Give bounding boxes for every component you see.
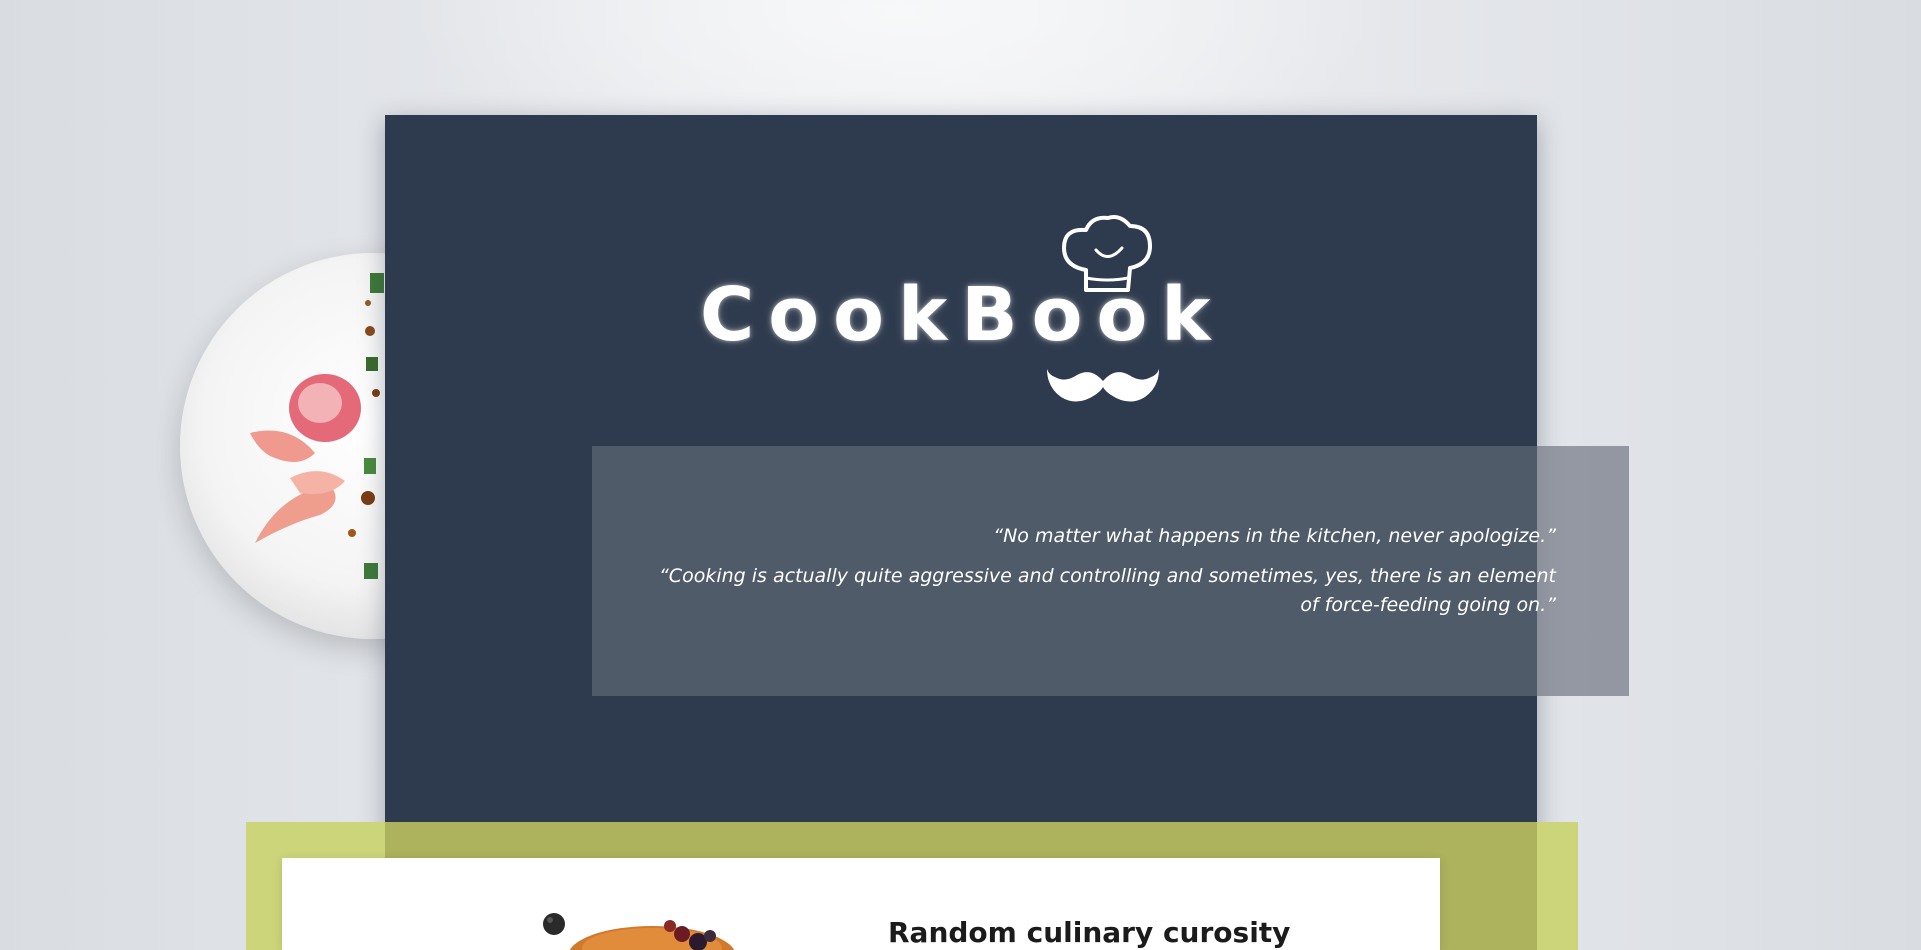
feature-card: Random culinary curosity	[282, 858, 1440, 950]
feature-title: Random culinary curosity	[888, 916, 1291, 949]
cookbook-logo[interactable]: CookBook	[700, 212, 1230, 412]
brand-name: CookBook	[700, 272, 1225, 358]
quotes-section: “No matter what happens in the kitchen, …	[592, 446, 1629, 696]
quote-1: “No matter what happens in the kitchen, …	[993, 525, 1556, 547]
quote-2: “Cooking is actually quite aggressive an…	[658, 565, 1556, 616]
mustache-icon	[1047, 369, 1159, 402]
pancake-image	[543, 913, 735, 950]
